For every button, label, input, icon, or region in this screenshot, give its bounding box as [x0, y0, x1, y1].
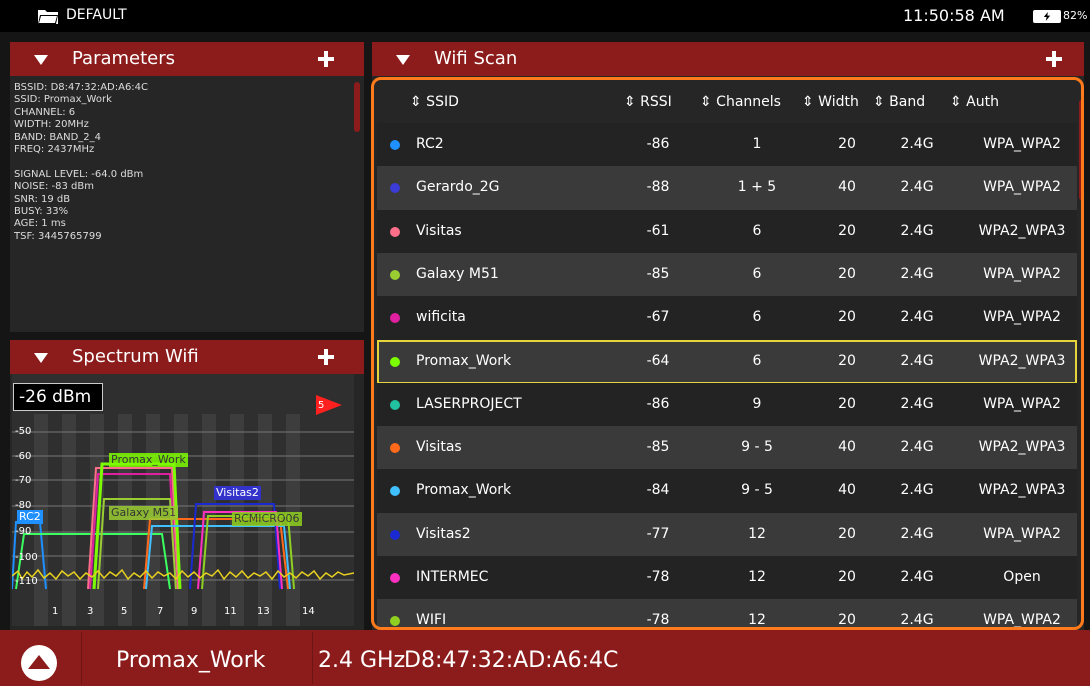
spectrum-network-label: RCMICRO06 — [232, 512, 302, 526]
profile-name[interactable]: DEFAULT — [66, 7, 127, 23]
parameter-line: NOISE: -83 dBm — [14, 181, 94, 193]
parameters-header[interactable] — [10, 42, 364, 76]
channel-label: 3 — [87, 606, 94, 617]
channel-label: 14 — [302, 606, 315, 617]
parameter-line: BUSY: 33% — [14, 205, 69, 217]
parameters-list: BSSID: D8:47:32:AD:A6:4C SSID: Promax_Wor… — [14, 82, 148, 243]
db-label: -70 — [15, 475, 32, 486]
connected-network: Promax_Work — [116, 648, 266, 673]
parameter-line: CHANNEL: 6 — [14, 106, 76, 118]
folder-icon[interactable] — [38, 8, 58, 24]
parameter-line: SIGNAL LEVEL: -64.0 dBm — [14, 168, 144, 180]
collapse-icon[interactable] — [34, 55, 48, 65]
db-label: -90 — [15, 526, 32, 537]
channel-label: 9 — [191, 606, 198, 617]
battery-charging-icon — [1033, 10, 1061, 23]
channel-label: 1 — [52, 606, 59, 617]
parameter-line — [14, 156, 148, 168]
marker-label: 5 — [318, 400, 325, 411]
logo-icon[interactable] — [21, 645, 57, 681]
collapse-icon[interactable] — [396, 55, 410, 65]
parameter-line: SSID: Promax_Work — [14, 94, 112, 106]
spectrum-title: Spectrum Wifi — [72, 346, 199, 367]
clock: 11:50:58 AM — [903, 6, 1005, 25]
parameters-title: Parameters — [72, 48, 176, 69]
parameter-line: AGE: 1 ms — [14, 218, 66, 230]
spectrum-network-label: Promax_Work — [109, 453, 188, 467]
collapse-icon[interactable] — [34, 353, 48, 363]
add-icon[interactable] — [318, 349, 334, 365]
channel-label: 7 — [157, 606, 164, 617]
parameter-line: BSSID: D8:47:32:AD:A6:4C — [14, 82, 149, 93]
db-label: -60 — [15, 451, 32, 462]
connected-bssid: D8:47:32:AD:A6:4C — [404, 648, 619, 673]
divider — [81, 632, 82, 684]
battery-percent: 82% — [1063, 9, 1088, 22]
parameters-scrollbar[interactable] — [354, 82, 360, 132]
wifi-scan-focus-border — [371, 77, 1084, 630]
parameter-line: SNR: 19 dB — [14, 193, 71, 205]
connected-band: 2.4 GHz — [318, 648, 406, 673]
reference-level[interactable]: -26 dBm — [13, 383, 103, 411]
channel-label: 5 — [121, 606, 128, 617]
db-label: -100 — [15, 552, 38, 563]
channel-label: 11 — [224, 606, 237, 617]
spectrum-network-label: RC2 — [17, 510, 43, 524]
spectrum-graph — [12, 414, 354, 626]
spectrum-network-label: Galaxy M51 — [109, 506, 179, 520]
parameter-line: BAND: BAND_2_4 — [14, 131, 102, 143]
add-icon[interactable] — [1046, 51, 1062, 67]
db-label: -50 — [15, 426, 32, 437]
parameter-line: TSF: 3445765799 — [14, 230, 102, 242]
parameter-line: FREQ: 2437MHz — [14, 143, 95, 155]
wifi-scan-title: Wifi Scan — [434, 48, 518, 69]
add-icon[interactable] — [318, 51, 334, 67]
channel-label: 13 — [257, 606, 270, 617]
db-label: -110 — [15, 576, 38, 587]
divider — [312, 632, 313, 684]
spectrum-network-label: Visitas2 — [214, 486, 261, 500]
parameter-line: WIDTH: 20MHz — [14, 119, 89, 131]
